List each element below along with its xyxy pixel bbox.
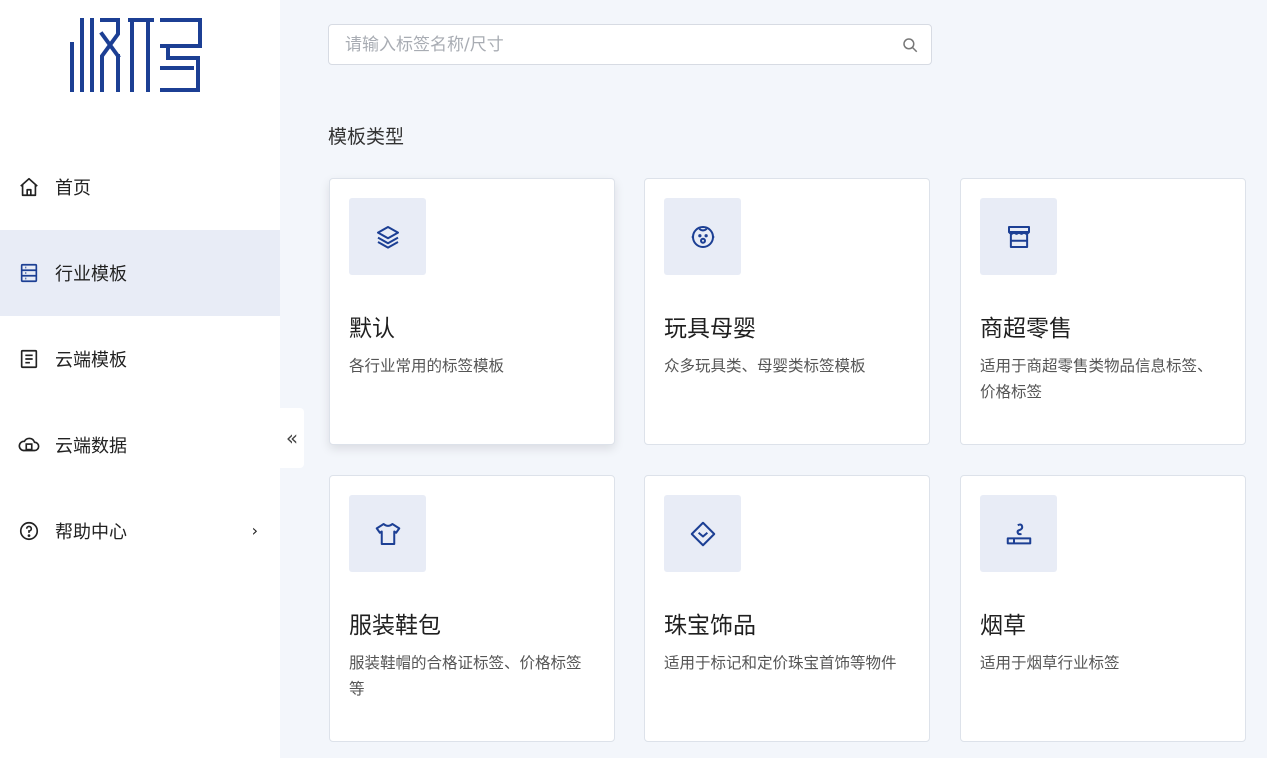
card-title: 服装鞋包 [349,613,441,639]
card-description: 适用于标记和定价珠宝首饰等物件 [664,654,897,672]
template-card-toys-baby[interactable]: 玩具母婴 众多玩具类、母婴类标签模板 [644,178,930,445]
card-description: 适用于商超零售类物品信息标签、价格标签 [980,357,1213,401]
search-icon[interactable] [901,36,919,54]
store-icon [1007,225,1030,248]
template-icon [18,262,40,284]
template-card-apparel[interactable]: 服装鞋包 服装鞋帽的合格证标签、价格标签等 [329,475,615,742]
sidebar: 首页 行业模板 云端模板 云端数据 帮助中心 › [0,0,280,758]
nav-item-home[interactable]: 首页 [0,144,280,230]
tshirt-icon [375,522,400,545]
nav-item-label: 云端模板 [55,350,127,371]
nav-item-cloud-templates[interactable]: 云端模板 [0,316,280,402]
nav-item-label: 行业模板 [55,264,127,285]
card-icon-tile [664,495,741,572]
card-description: 服装鞋帽的合格证标签、价格标签等 [349,654,582,698]
nav-item-cloud-data[interactable]: 云端数据 [0,402,280,488]
card-icon-tile [349,198,426,275]
template-card-jewelry[interactable]: 珠宝饰品 适用于标记和定价珠宝首饰等物件 [644,475,930,742]
cloud-template-icon [18,348,40,370]
card-description: 适用于烟草行业标签 [980,654,1120,672]
nav-item-label: 帮助中心 [55,522,127,543]
card-icon-tile [980,198,1057,275]
brand-logo [68,16,204,92]
template-card-default[interactable]: 默认 各行业常用的标签模板 [329,178,615,445]
help-icon [18,520,40,542]
card-title: 商超零售 [980,316,1072,342]
card-icon-tile [349,495,426,572]
card-icon-tile [980,495,1057,572]
home-icon [18,176,40,198]
card-description: 各行业常用的标签模板 [349,357,505,375]
nav-item-industry-templates[interactable]: 行业模板 [0,230,280,316]
template-card-retail[interactable]: 商超零售 适用于商超零售类物品信息标签、价格标签 [960,178,1246,445]
collapse-sidebar-button[interactable]: « [280,408,304,468]
diamond-icon [690,521,715,546]
card-title: 玩具母婴 [664,316,756,342]
search-box [328,24,932,65]
layers-icon [376,225,399,249]
nav-item-label: 首页 [55,178,91,199]
nav-item-help-center[interactable]: 帮助中心 › [0,488,280,574]
section-title: 模板类型 [328,126,405,148]
chevron-right-icon: › [251,521,258,540]
card-title: 珠宝饰品 [664,613,756,639]
cloud-data-icon [18,434,40,456]
card-icon-tile [664,198,741,275]
template-card-tobacco[interactable]: 烟草 适用于烟草行业标签 [960,475,1246,742]
search-input[interactable] [343,33,901,56]
cigarette-icon [1006,523,1031,544]
card-title: 默认 [349,316,395,342]
baby-icon [691,225,714,248]
card-description: 众多玩具类、母婴类标签模板 [664,357,866,375]
nav-item-label: 云端数据 [55,436,127,457]
main-nav: 首页 行业模板 云端模板 云端数据 帮助中心 › [0,144,280,574]
card-title: 烟草 [980,613,1026,639]
